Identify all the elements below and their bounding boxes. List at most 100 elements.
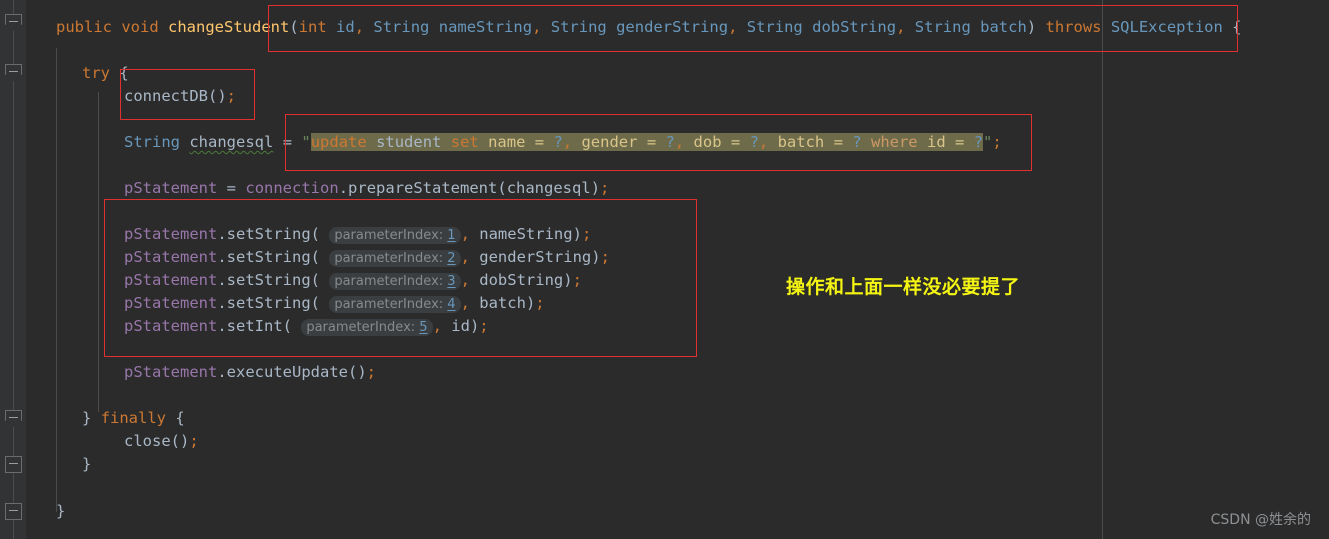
token-paren-close: ) (591, 248, 601, 266)
token-arg-batch: batch (479, 294, 526, 312)
token-sql-eq: = (955, 133, 965, 151)
token-paren-open: ( (310, 294, 330, 312)
token-sql-placeholder-2: ? (665, 133, 675, 151)
token-type-string-1: String (373, 18, 430, 36)
fold-marker-end[interactable] (5, 503, 22, 520)
token-brace-open: { (119, 64, 129, 82)
code-line-connectdb[interactable]: connectDB(); (124, 85, 236, 108)
token-keyword-throws: throws (1045, 18, 1102, 36)
token-semicolon: ; (600, 179, 610, 197)
token-paren-open: ( (310, 271, 330, 289)
token-field-pstatement: pStatement (124, 317, 218, 335)
token-keyword-public: public (56, 18, 112, 36)
token-call-setstring: setString (226, 225, 311, 243)
token-brace-close: } (82, 455, 92, 473)
token-comma: , (460, 271, 470, 289)
code-line-preparestatement[interactable]: pStatement = connection.prepareStatement… (124, 177, 609, 200)
minus-icon (9, 417, 18, 418)
token-sql-col-id: id (927, 133, 946, 151)
token-arg-genderstring: genderString (479, 248, 592, 266)
token-semicolon: ; (535, 294, 545, 312)
code-line-setint-5[interactable]: pStatement.setInt( parameterIndex: 5, id… (124, 315, 489, 339)
fold-marker-method[interactable] (5, 14, 22, 31)
token-dot: . (217, 317, 227, 335)
token-assign: = (226, 179, 237, 197)
csdn-watermark: CSDN @姓余的 (1210, 512, 1311, 528)
token-parens: () (208, 87, 227, 105)
token-type-string-3: String (746, 18, 803, 36)
token-sql-comma: , (674, 133, 685, 151)
inlay-hint-value: 1 (447, 228, 456, 243)
token-comma: , (896, 18, 906, 36)
code-line-method-signature[interactable]: public void changeStudent(int id, String… (56, 16, 1242, 39)
code-line-setstring-4[interactable]: pStatement.setString( parameterIndex: 4,… (124, 292, 545, 316)
token-brace-open: { (175, 409, 185, 427)
right-margin-guide (1102, 0, 1103, 539)
token-sql-comma: , (758, 133, 769, 151)
fold-marker-try[interactable] (5, 64, 22, 81)
token-parens: () (348, 363, 367, 381)
token-paren-open: ( (310, 225, 330, 243)
token-field-pstatement: pStatement (124, 225, 218, 243)
inlay-hint-label: parameterIndex: (334, 251, 444, 266)
token-comma: , (460, 248, 470, 266)
token-sql-col-batch: batch (777, 133, 825, 151)
token-sql-col-gender: gender (581, 133, 638, 151)
token-paren-close: ) (469, 317, 480, 335)
token-paren-close: ) (1026, 18, 1037, 36)
token-paren-close: ) (563, 271, 573, 289)
token-sql-placeholder-4: ? (852, 133, 862, 151)
code-line-try[interactable]: try { (82, 62, 129, 85)
token-call-setstring: setString (226, 294, 311, 312)
code-line-close[interactable]: close(); (124, 430, 199, 453)
inlay-hint-parameterindex[interactable]: parameterIndex: 2 (329, 250, 461, 267)
token-field-pstatement: pStatement (124, 248, 218, 266)
token-brace-close: } (56, 502, 66, 520)
token-paren-open: ( (310, 248, 330, 266)
token-quote-open: " (301, 133, 311, 151)
token-sql-placeholder-5: ? (973, 133, 984, 151)
token-comma: , (432, 317, 442, 335)
inlay-hint-label: parameterIndex: (334, 274, 444, 289)
token-paren-close: ) (590, 179, 601, 197)
token-semicolon: ; (479, 317, 489, 335)
code-line-finally[interactable]: } finally { (82, 407, 185, 430)
code-line-setstring-2[interactable]: pStatement.setString( parameterIndex: 2,… (124, 246, 610, 270)
code-line-setstring-1[interactable]: pStatement.setString( parameterIndex: 1,… (124, 223, 591, 247)
token-semicolon: ; (581, 225, 592, 243)
token-arg-changesql: changesql (506, 179, 591, 197)
token-dot: . (338, 179, 349, 197)
code-line-sql-declaration[interactable]: String changesql = "update student set n… (124, 131, 1002, 154)
token-param-namestring: nameString (438, 18, 533, 36)
token-call-setstring: setString (226, 271, 311, 289)
fold-marker-shape (5, 64, 22, 81)
inlay-hint-parameterindex[interactable]: parameterIndex: 3 (329, 273, 461, 290)
token-dot: . (217, 248, 227, 266)
token-dot: . (217, 225, 227, 243)
token-keyword-void: void (121, 18, 159, 36)
inlay-hint-parameterindex[interactable]: parameterIndex: 5 (301, 319, 433, 336)
code-line-setstring-3[interactable]: pStatement.setString( parameterIndex: 3,… (124, 269, 582, 293)
token-sql-keyword-update: update (310, 133, 367, 151)
inlay-hint-label: parameterIndex: (306, 320, 416, 335)
fold-marker-finally[interactable] (5, 410, 22, 427)
code-line-try-close-brace[interactable]: } (82, 453, 91, 476)
token-param-id: id (336, 18, 355, 36)
token-sql-keyword-where: where (870, 133, 918, 151)
token-field-pstatement: pStatement (124, 179, 218, 197)
fold-marker-shape (5, 410, 22, 427)
inlay-hint-value: 4 (447, 297, 456, 312)
fold-marker-close[interactable] (5, 456, 22, 473)
token-sql-placeholder-1: ? (553, 133, 563, 151)
token-paren-open: ( (289, 18, 299, 36)
annotation-note-chinese: 操作和上面一样没必要提了 (786, 276, 1021, 298)
token-semicolon: ; (189, 432, 199, 450)
fold-marker-shape (5, 503, 22, 520)
token-quote-close: " (983, 133, 993, 151)
token-call-executeupdate: executeUpdate (226, 363, 348, 381)
inlay-hint-parameterindex[interactable]: parameterIndex: 1 (329, 227, 461, 244)
inlay-hint-parameterindex[interactable]: parameterIndex: 4 (329, 296, 461, 313)
code-editor-area[interactable]: public void changeStudent(int id, String… (26, 0, 1329, 539)
code-line-executeupdate[interactable]: pStatement.executeUpdate(); (124, 361, 376, 384)
code-line-method-close-brace[interactable]: } (56, 500, 65, 523)
